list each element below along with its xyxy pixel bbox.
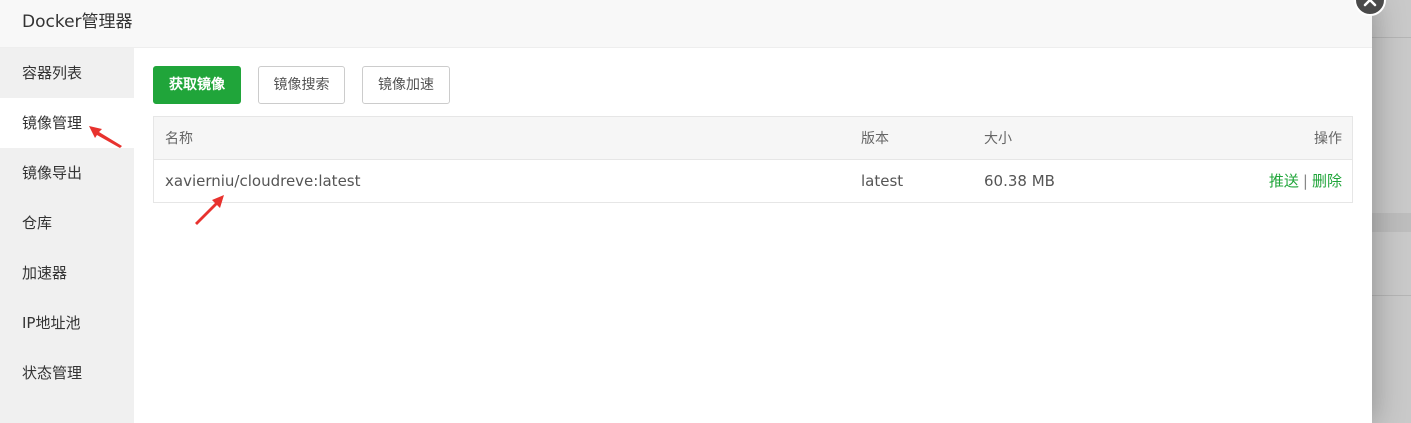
column-header-size: 大小 [984, 131, 1012, 147]
background-divider [1372, 295, 1411, 296]
image-accelerate-button[interactable]: 镜像加速 [362, 66, 450, 104]
image-search-button[interactable]: 镜像搜索 [258, 66, 345, 104]
red-arrow-icon [89, 126, 122, 148]
push-link[interactable]: 推送 [1269, 172, 1299, 190]
background-divider [1372, 37, 1411, 38]
close-icon [1363, 0, 1377, 7]
cell-actions: 推送 | 删除 [1269, 171, 1342, 191]
column-header-name: 名称 [165, 131, 193, 147]
sidebar-item-status-management[interactable]: 状态管理 [0, 348, 134, 398]
action-separator: | [1302, 172, 1308, 190]
cell-image-name: xavierniu/cloudreve:latest [165, 172, 361, 190]
delete-link[interactable]: 删除 [1312, 172, 1342, 190]
sidebar-item-image-export[interactable]: 镜像导出 [0, 148, 134, 198]
red-arrow-icon [195, 195, 224, 225]
sidebar-item-container-list[interactable]: 容器列表 [0, 48, 134, 98]
sidebar-item-ip-pool[interactable]: IP地址池 [0, 298, 134, 348]
image-table: 名称 版本 大小 操作 xavierniu/cloudreve:latest l… [153, 116, 1353, 203]
dialog-header: Docker管理器 [0, 0, 1372, 48]
column-header-actions: 操作 [1314, 131, 1342, 147]
docker-manager-dialog: Docker管理器 容器列表 镜像管理 镜像导出 仓库 加速器 IP地址池 状态… [0, 0, 1372, 423]
cell-image-version: latest [861, 172, 904, 190]
sidebar-item-repository[interactable]: 仓库 [0, 198, 134, 248]
background-band [1372, 213, 1411, 232]
get-image-button[interactable]: 获取镜像 [153, 66, 241, 104]
dialog-title: Docker管理器 [22, 12, 133, 32]
table-header: 名称 版本 大小 操作 [154, 117, 1352, 160]
sidebar: 容器列表 镜像管理 镜像导出 仓库 加速器 IP地址池 状态管理 [0, 48, 134, 423]
sidebar-item-accelerator[interactable]: 加速器 [0, 248, 134, 298]
cell-image-size: 60.38 MB [984, 172, 1055, 190]
column-header-version: 版本 [861, 131, 889, 147]
background-page [1372, 0, 1411, 423]
